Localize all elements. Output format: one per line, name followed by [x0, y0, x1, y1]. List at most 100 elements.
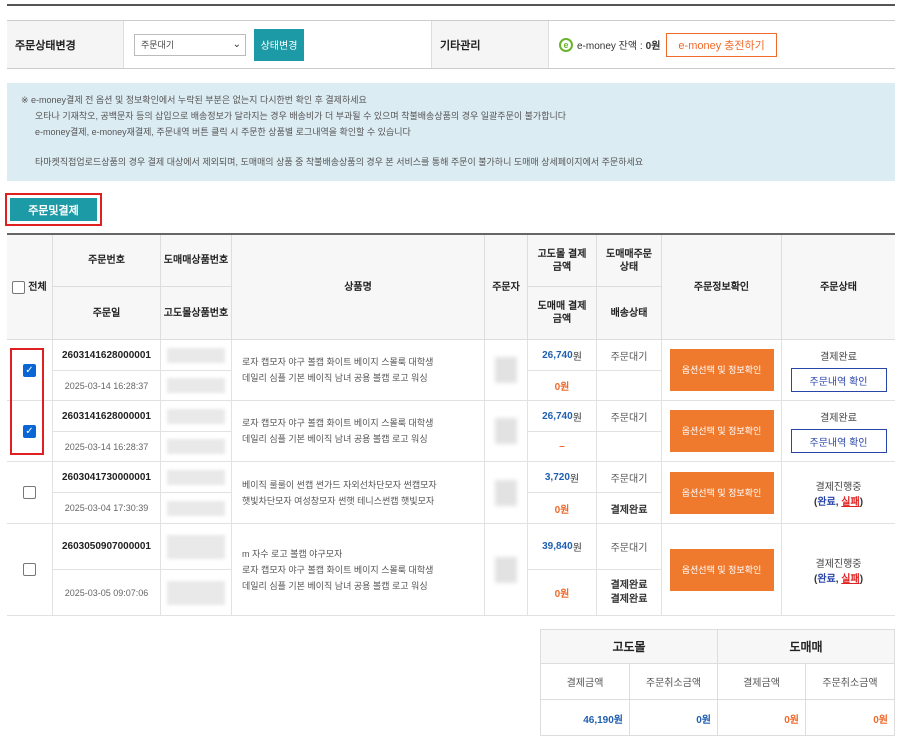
notice-box: ※ e-money결제 전 옵션 및 정보확인에서 누락된 부분은 없는지 다시… — [7, 83, 895, 181]
header-order-status: 주문상태 — [782, 235, 895, 340]
order-number: 2603141628000001 — [53, 401, 161, 432]
option-info-button[interactable]: 옵션선택 및 정보확인 — [669, 471, 774, 514]
header-order-no: 주문번호 — [53, 235, 161, 287]
order-history-button[interactable]: 주문내역 확인 — [790, 368, 887, 392]
chevron-down-icon: ⌄ — [232, 39, 241, 50]
godo-product-no — [161, 432, 232, 462]
order-button-highlight: 주문및결제 — [5, 193, 102, 226]
delivery-status: 결제완료 — [597, 493, 662, 524]
status-done-link[interactable]: 완료 — [817, 497, 835, 508]
status-fail-link[interactable]: 실패 — [841, 497, 859, 508]
order-number: 2603141628000001 — [53, 340, 161, 371]
orderer-name — [485, 340, 528, 401]
summary-wholesale-header: 도매매 — [718, 630, 894, 664]
status-select[interactable]: 주문대기 ⌄ — [134, 33, 246, 56]
summary-godo-cancel-label: 주문취소금액 — [630, 664, 718, 700]
order-date: 2025-03-14 16:28:37 — [53, 371, 161, 401]
row-checkbox[interactable] — [23, 563, 36, 576]
etc-label: 기타관리 — [431, 21, 548, 68]
wholesale-product-no — [161, 401, 232, 432]
header-wholesale-status: 도매매주문상태 — [597, 235, 662, 287]
delivery-status-line: 결제완료 — [610, 593, 648, 605]
status-change-label: 주문상태변경 — [7, 21, 123, 68]
order-number: 2603050907000001 — [53, 524, 161, 570]
wholesale-amount: 0원 — [528, 493, 597, 524]
delivery-status — [597, 371, 662, 401]
header-wholesale-no: 도매매상품번호 — [161, 235, 232, 287]
order-status-cell: 결제진행중 (완료, 실패) — [782, 524, 895, 616]
orderer-name — [485, 401, 528, 462]
header-delivery-status: 배송상태 — [597, 287, 662, 340]
notice-line: 오타나 기재착오, 공백문자 등의 삽입으로 배송정보가 달라지는 경우 배송비… — [35, 111, 567, 121]
order-status-cell: 결제완료 주문내역 확인 — [782, 401, 895, 462]
header-godo-amount: 고도몰 결제금액 — [528, 235, 597, 287]
order-date: 2025-03-05 09:07:06 — [53, 570, 161, 616]
row-checkbox-cell[interactable] — [7, 524, 53, 616]
option-info-button[interactable]: 옵션선택 및 정보확인 — [669, 410, 774, 452]
option-info-button[interactable]: 옵션선택 및 정보확인 — [669, 548, 774, 591]
product-name-line: 로자 캡모자 야구 볼캡 화이트 베이지 스몰룩 대학생 — [242, 564, 434, 575]
emoney-icon: e — [559, 37, 573, 52]
godo-amount: 39,840 원 — [528, 524, 597, 570]
order-info-cell: 옵션선택 및 정보확인 — [662, 340, 782, 401]
order-status-text: 결제진행중 — [815, 558, 862, 570]
delivery-status-line: 결제완료 — [610, 579, 648, 591]
row-checkbox[interactable] — [23, 486, 36, 499]
header-order-info: 주문정보확인 — [662, 235, 782, 340]
delivery-status — [597, 432, 662, 462]
order-status-text: 결제완료 — [820, 413, 857, 424]
status-select-value: 주문대기 — [141, 40, 175, 50]
wholesale-product-no — [161, 462, 232, 493]
status-fail-link[interactable]: 실패 — [841, 574, 859, 585]
order-pay-button[interactable]: 주문및결제 — [10, 198, 97, 221]
product-name-line: m 자수 로고 볼캡 야구모자 — [242, 548, 343, 559]
emoney-cell: e e-money 잔액 : 0원 e-money 충전하기 — [548, 21, 895, 68]
summary-wholesale-cancel: 0원 — [873, 714, 888, 726]
godo-amount: 3,720 원 — [528, 462, 597, 493]
product-name: 로자 캡모자 야구 볼캡 화이트 베이지 스몰룩 대학생데일리 심플 기본 베이… — [232, 401, 485, 462]
order-info-cell: 옵션선택 및 정보확인 — [662, 401, 782, 462]
godo-amount: 26,740 원 — [528, 340, 597, 371]
summary-wholesale-pay-label: 결제금액 — [718, 664, 806, 700]
status-done-link[interactable]: 완료 — [817, 574, 835, 585]
order-status-text: 결제진행중 — [815, 481, 862, 493]
orderer-name — [485, 524, 528, 616]
select-all-label: 전체 — [28, 281, 47, 293]
row-checkbox-cell[interactable] — [7, 462, 53, 524]
select-all-cell[interactable]: 전체 — [7, 235, 53, 340]
status-change-button[interactable]: 상태변경 — [254, 28, 304, 61]
product-name-line: 데일리 심플 기본 베이직 남녀 공용 볼캡 로고 워싱 — [242, 434, 428, 444]
summary-wholesale-cancel-label: 주문취소금액 — [806, 664, 894, 700]
notice-line: ※ e-money결제 전 옵션 및 정보확인에서 누락된 부분은 없는지 다시… — [21, 95, 367, 105]
wholesale-amount: 0원 — [528, 371, 597, 401]
order-date: 2025-03-14 16:28:37 — [53, 432, 161, 462]
select-all-checkbox[interactable] — [12, 280, 26, 294]
notice-line: e-money결제, e-money재결제, 주문내역 버튼 클릭 시 주문한 … — [35, 127, 411, 137]
status-change-cell: 주문대기 ⌄ 상태변경 — [123, 21, 431, 68]
orderer-name — [485, 462, 528, 524]
godo-product-no — [161, 493, 232, 524]
order-info-cell: 옵션선택 및 정보확인 — [662, 462, 782, 524]
order-status-cell: 결제완료 주문내역 확인 — [782, 340, 895, 401]
wholesale-amount: – — [528, 432, 597, 462]
option-info-button[interactable]: 옵션선택 및 정보확인 — [669, 349, 774, 391]
wholesale-status: 주문대기 — [597, 524, 662, 570]
delivery-status: 결제완료 결제완료 — [597, 570, 662, 616]
godo-product-no — [161, 570, 232, 616]
header-product-name: 상품명 — [232, 235, 485, 340]
wholesale-amount: 0원 — [528, 570, 597, 616]
product-name-line: 베이직 룰룰이 썬캡 썬가드 자외선차단모자 썬캡모자 — [242, 479, 437, 490]
order-date: 2025-03-04 17:30:39 — [53, 493, 161, 524]
header-orderer: 주문자 — [485, 235, 528, 340]
order-table: 전체 주문번호 도매매상품번호 상품명 주문자 고도몰 결제금액 도매매주문상태… — [7, 233, 895, 616]
product-name-line: 로자 캡모자 야구 볼캡 화이트 베이지 스몰룩 대학생 — [242, 418, 434, 428]
godo-amount: 26,740 원 — [528, 401, 597, 432]
order-info-cell: 옵션선택 및 정보확인 — [662, 524, 782, 616]
wholesale-status: 주문대기 — [597, 340, 662, 371]
order-history-button[interactable]: 주문내역 확인 — [790, 429, 887, 453]
summary-godo-cancel: 0원 — [630, 700, 718, 736]
summary-table: 고도몰 도매매 결제금액 주문취소금액 결제금액 주문취소금액 46,190원 … — [540, 629, 895, 736]
product-name-line: 햇빛차단모자 여성창모자 썬햇 테니스썬캡 햇빛모자 — [242, 495, 435, 506]
header-godo-no: 고도몰상품번호 — [161, 287, 232, 340]
emoney-charge-button[interactable]: e-money 충전하기 — [666, 32, 777, 57]
